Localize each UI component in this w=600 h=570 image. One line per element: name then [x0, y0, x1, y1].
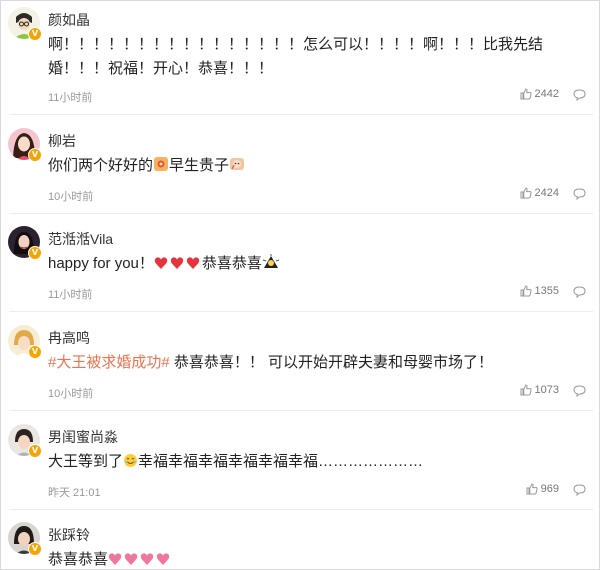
divider [9, 114, 593, 115]
commenter-name[interactable]: 男闺蜜尚淼 [48, 427, 118, 447]
comment-time: 11小时前 [48, 92, 93, 104]
commenter-name[interactable]: 颜如晶 [48, 10, 90, 30]
divider [9, 213, 593, 214]
divider [9, 311, 593, 312]
commenter-name[interactable]: 范湉湉Vila [48, 229, 113, 249]
comment-text: 啊！！！！！！！！！！！！！！！！怎么可以！！！！啊！！！比我先结 [48, 36, 544, 53]
divider [9, 410, 593, 411]
verified-badge-icon: V [28, 542, 42, 556]
comment-text: 恭喜恭喜 [48, 548, 172, 569]
commenter-name[interactable]: 柳岩 [48, 131, 76, 151]
commenter-name[interactable]: 冉高鸣 [48, 328, 90, 348]
reply-icon[interactable] [573, 385, 586, 397]
comment-text: 大王等到了 幸福幸福幸福幸福幸福幸福………………… [48, 450, 423, 476]
reply-icon[interactable] [573, 484, 586, 496]
comment-text: #大王被求婚成功# 恭喜恭喜！！ 可以开始开辟夫妻和母婴市场了！ [48, 354, 494, 371]
comment-list: V 颜如晶 啊！！！！！！！！！！！！！！！！怎么可以！！！！啊！！！比我先结 … [0, 0, 600, 570]
baby-emoji-icon [229, 156, 245, 180]
comment-text-continued: 婚！！！祝福！开心！恭喜！！！ [48, 60, 274, 77]
reply-icon[interactable] [573, 286, 586, 298]
like-button[interactable]: 2424 [520, 187, 559, 199]
like-count: 969 [540, 483, 559, 495]
comment-time: 11小时前 [48, 289, 93, 301]
avatar[interactable]: V [8, 424, 42, 458]
avatar[interactable]: V [8, 325, 42, 359]
reply-icon[interactable] [573, 89, 586, 101]
like-count: 2424 [534, 187, 559, 199]
heart-emoji-icon [154, 254, 202, 278]
avatar[interactable]: V [8, 226, 42, 260]
commenter-name[interactable]: 张踩铃 [48, 525, 90, 545]
hashtag-link[interactable]: #大王被求婚成功# [48, 354, 170, 371]
thumb-up-icon [520, 88, 532, 100]
thumb-up-icon [520, 285, 532, 297]
like-button[interactable]: 2442 [520, 88, 559, 100]
comment-time: 昨天 21:01 [48, 487, 101, 499]
divider [9, 509, 593, 510]
avatar[interactable]: V [8, 522, 42, 556]
verified-badge-icon: V [28, 246, 42, 260]
like-button[interactable]: 1073 [520, 384, 559, 396]
thumb-up-icon [526, 483, 538, 495]
verified-badge-icon: V [28, 148, 42, 162]
celebration-emoji-icon [262, 254, 280, 278]
reply-icon[interactable] [573, 188, 586, 200]
pink-hearts-emoji-icon [108, 550, 172, 569]
verified-badge-icon: V [28, 345, 42, 359]
avatar[interactable]: V [8, 7, 42, 41]
verified-badge-icon: V [28, 444, 42, 458]
comment-time: 10小时前 [48, 388, 94, 400]
thumb-up-icon [520, 384, 532, 396]
blossom-emoji-icon [153, 156, 169, 180]
like-count: 1355 [534, 285, 559, 297]
verified-badge-icon: V [28, 27, 42, 41]
like-button[interactable]: 1355 [520, 285, 559, 297]
comment-text: happy for you！ 恭喜恭喜 [48, 252, 280, 278]
like-count: 1073 [534, 384, 559, 396]
like-button[interactable]: 969 [526, 483, 559, 495]
happy-tears-emoji-icon [123, 452, 138, 476]
avatar[interactable]: V [8, 128, 42, 162]
thumb-up-icon [520, 187, 532, 199]
comment-time: 10小时前 [48, 191, 94, 203]
comment-text: 你们两个好好的 早生贵子 [48, 154, 245, 180]
like-count: 2442 [534, 88, 559, 100]
